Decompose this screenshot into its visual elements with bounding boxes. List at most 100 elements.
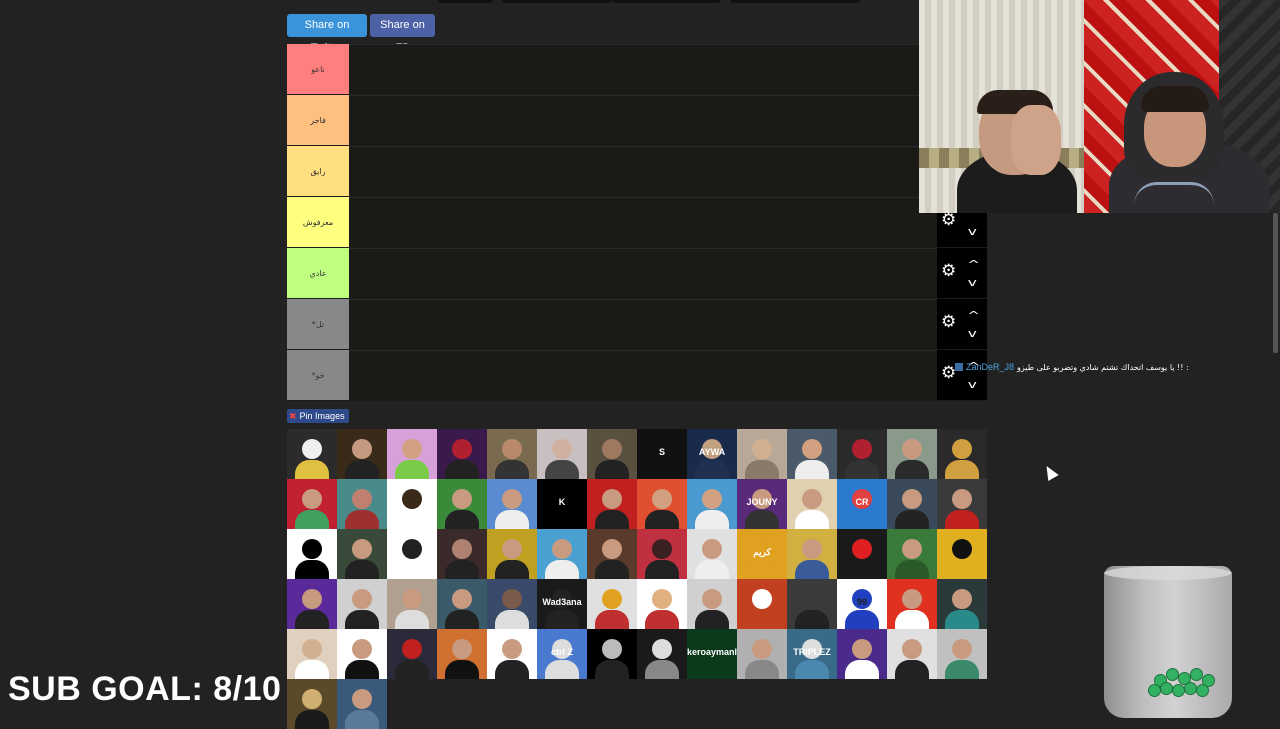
pool-avatar-tile[interactable] xyxy=(487,629,537,679)
pool-avatar-tile[interactable] xyxy=(937,579,987,629)
pool-avatar-tile[interactable] xyxy=(587,579,637,629)
pool-avatar-tile[interactable] xyxy=(487,429,537,479)
pool-avatar-tile[interactable]: CR xyxy=(837,479,887,529)
chevron-up-icon[interactable]: ^ xyxy=(967,259,980,270)
pool-avatar-tile[interactable] xyxy=(837,529,887,579)
pool-avatar-tile[interactable] xyxy=(937,529,987,579)
pool-avatar-tile[interactable] xyxy=(387,629,437,679)
pool-avatar-tile[interactable] xyxy=(687,579,737,629)
pool-avatar-tile[interactable] xyxy=(537,529,587,579)
pool-avatar-tile[interactable] xyxy=(387,579,437,629)
chevron-down-icon[interactable]: v xyxy=(968,328,977,339)
pool-avatar-tile[interactable] xyxy=(437,579,487,629)
pool-avatar-tile[interactable]: TRIPLEZ xyxy=(787,629,837,679)
pool-avatar-tile[interactable] xyxy=(887,579,937,629)
pool-avatar-tile[interactable] xyxy=(937,429,987,479)
tier-label[interactable]: ناعو xyxy=(287,44,349,94)
top-tab[interactable] xyxy=(613,0,721,3)
pool-avatar-tile[interactable] xyxy=(937,629,987,679)
tier-drop-zone[interactable] xyxy=(349,197,937,247)
pool-avatar-tile[interactable] xyxy=(337,679,387,729)
tier-drop-zone[interactable] xyxy=(349,299,937,349)
top-tab[interactable] xyxy=(730,0,860,3)
pool-avatar-tile[interactable] xyxy=(437,479,487,529)
pool-avatar-tile[interactable] xyxy=(937,479,987,529)
pool-avatar-tile[interactable] xyxy=(887,629,937,679)
pool-avatar-tile[interactable] xyxy=(537,429,587,479)
pool-avatar-tile[interactable] xyxy=(737,629,787,679)
tier-drop-zone[interactable] xyxy=(349,44,937,94)
tier-label[interactable]: فاجر xyxy=(287,95,349,145)
pool-avatar-tile[interactable] xyxy=(487,529,537,579)
pool-avatar-tile[interactable] xyxy=(387,529,437,579)
tier-drop-zone[interactable] xyxy=(349,95,937,145)
pool-avatar-tile[interactable]: AYWA xyxy=(687,429,737,479)
pool-avatar-tile[interactable]: 99 xyxy=(837,579,887,629)
gear-icon[interactable]: ⚙ xyxy=(941,314,956,331)
pool-avatar-tile[interactable] xyxy=(637,629,687,679)
pool-avatar-tile[interactable] xyxy=(637,579,687,629)
pool-avatar-tile[interactable] xyxy=(587,529,637,579)
tier-label[interactable]: معرفوش xyxy=(287,197,349,247)
pool-avatar-tile[interactable] xyxy=(337,629,387,679)
pool-avatar-tile[interactable] xyxy=(387,479,437,529)
gear-icon[interactable]: ⚙ xyxy=(941,365,956,382)
pool-avatar-tile[interactable] xyxy=(337,429,387,479)
pool-avatar-tile[interactable] xyxy=(887,479,937,529)
pool-avatar-tile[interactable] xyxy=(287,679,337,729)
pool-avatar-tile[interactable] xyxy=(337,479,387,529)
top-tab[interactable] xyxy=(502,0,612,3)
chevron-down-icon[interactable]: v xyxy=(968,379,977,390)
tier-drop-zone[interactable] xyxy=(349,350,937,400)
pool-avatar-tile[interactable] xyxy=(587,429,637,479)
pool-avatar-tile[interactable] xyxy=(837,429,887,479)
pool-avatar-tile[interactable] xyxy=(587,479,637,529)
pool-avatar-tile[interactable] xyxy=(737,579,787,629)
pool-avatar-tile[interactable] xyxy=(787,429,837,479)
pin-images-toggle[interactable]: ✖ Pin Images xyxy=(287,409,349,423)
pool-avatar-tile[interactable] xyxy=(287,479,337,529)
pool-avatar-tile[interactable] xyxy=(637,529,687,579)
pool-avatar-tile[interactable] xyxy=(437,629,487,679)
pool-avatar-tile[interactable] xyxy=(287,529,337,579)
pool-avatar-tile[interactable] xyxy=(487,579,537,629)
pool-avatar-tile[interactable] xyxy=(587,629,637,679)
page-scrollbar[interactable] xyxy=(1273,213,1278,353)
share-fb-button[interactable]: Share on FB xyxy=(370,14,435,54)
pool-avatar-tile[interactable]: JOUNY xyxy=(737,479,787,529)
chat-username[interactable]: ZanDeR_J8 xyxy=(966,362,1014,372)
chevron-down-icon[interactable]: v xyxy=(968,226,977,237)
chevron-up-icon[interactable]: ^ xyxy=(967,310,980,321)
pool-avatar-tile[interactable] xyxy=(687,479,737,529)
pool-avatar-tile[interactable] xyxy=(287,629,337,679)
pool-avatar-tile[interactable] xyxy=(787,529,837,579)
pool-avatar-tile[interactable] xyxy=(387,429,437,479)
pool-avatar-tile[interactable]: ctrl Z xyxy=(537,629,587,679)
tier-drop-zone[interactable] xyxy=(349,146,937,196)
pool-avatar-tile[interactable] xyxy=(487,479,537,529)
pool-avatar-tile[interactable]: K xyxy=(537,479,587,529)
chevron-down-icon[interactable]: v xyxy=(968,277,977,288)
pool-avatar-tile[interactable]: S xyxy=(637,429,687,479)
pool-avatar-tile[interactable] xyxy=(887,429,937,479)
pool-avatar-tile[interactable] xyxy=(337,529,387,579)
pool-avatar-tile[interactable] xyxy=(437,429,487,479)
share-twitter-button[interactable]: Share on Twitter xyxy=(287,14,367,54)
pool-avatar-tile[interactable]: Wad3ana xyxy=(537,579,587,629)
pool-avatar-tile[interactable] xyxy=(687,529,737,579)
pool-avatar-tile[interactable] xyxy=(787,579,837,629)
top-tab[interactable] xyxy=(438,0,493,3)
gear-icon[interactable]: ⚙ xyxy=(941,263,956,280)
pool-avatar-tile[interactable] xyxy=(287,429,337,479)
tier-label[interactable]: *تل xyxy=(287,299,349,349)
pool-avatar-tile[interactable] xyxy=(287,579,337,629)
pool-avatar-tile[interactable] xyxy=(737,429,787,479)
pool-avatar-tile[interactable] xyxy=(337,579,387,629)
pool-avatar-tile[interactable]: كريم xyxy=(737,529,787,579)
pool-avatar-tile[interactable] xyxy=(887,529,937,579)
tier-label[interactable]: رايق xyxy=(287,146,349,196)
pool-avatar-tile[interactable] xyxy=(837,629,887,679)
tier-label[interactable]: عادي xyxy=(287,248,349,298)
pool-avatar-tile[interactable] xyxy=(437,529,487,579)
pool-avatar-tile[interactable]: keroaymanl xyxy=(687,629,737,679)
